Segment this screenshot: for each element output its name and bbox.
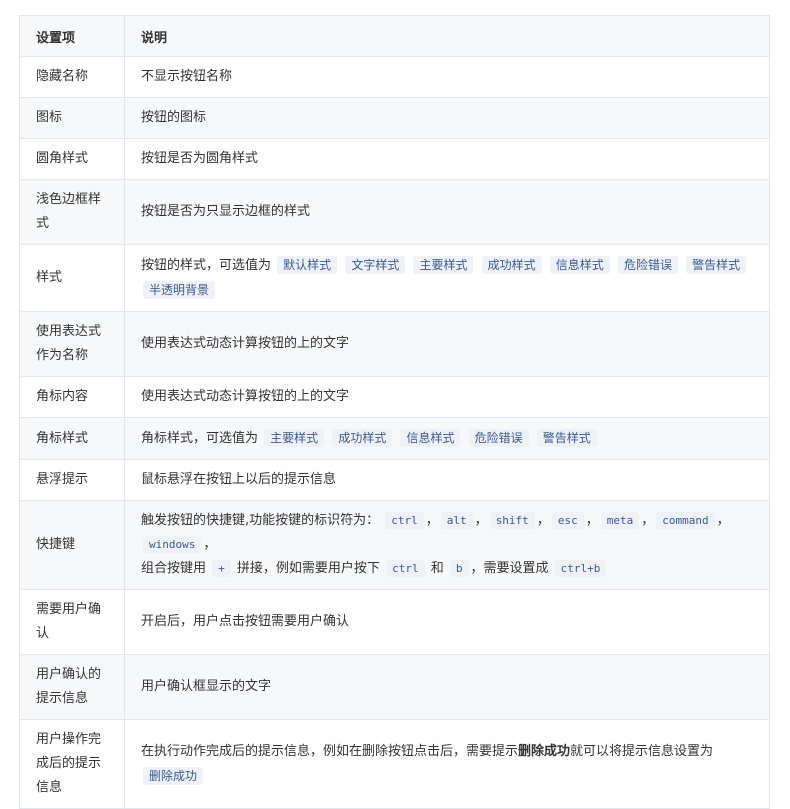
setting-description: 使用表达式动态计算按钮的上的文字 [124, 311, 770, 377]
table-row: 浅色边框样式 按钮是否为只显示边框的样式 [19, 179, 770, 245]
key-tag: windows [143, 536, 202, 553]
style-tag: 信息样式 [549, 256, 610, 274]
description-text: ，需要设置成 [470, 561, 549, 576]
setting-description: 用户确认框显示的文字 [124, 654, 770, 720]
key-tag: alt [440, 512, 473, 529]
style-tag: 成功样式 [481, 256, 542, 274]
separator: ， [203, 537, 217, 552]
style-tag: 主要样式 [413, 256, 474, 274]
style-tag: 文字样式 [345, 256, 406, 274]
description-text: 就可以将提示信息设置为 [570, 743, 714, 759]
setting-description: 按钮的样式，可选值为 默认样式 文字样式 主要样式 成功样式 信息样式 危险错误… [124, 244, 770, 312]
setting-description: 使用表达式动态计算按钮的上的文字 [124, 376, 770, 418]
description-text: 角标样式，可选值为 [141, 431, 259, 446]
table-header-row: 设置项 说明 [19, 15, 770, 57]
table-row: 悬浮提示 鼠标悬浮在按钮上以后的提示信息 [19, 459, 770, 501]
table-row: 快捷键 触发按钮的快捷键,功能按键的标识符为： ctrl， alt， shift， e… [19, 500, 770, 590]
style-tag: 默认样式 [277, 256, 338, 274]
setting-name: 圆角样式 [19, 138, 125, 180]
header-description: 说明 [124, 15, 770, 57]
setting-name: 需要用户确认 [19, 589, 125, 655]
description-text: 拼接，例如需要用户按下 [236, 561, 380, 576]
setting-name: 悬浮提示 [19, 459, 125, 501]
table-row: 需要用户确认 开启后，用户点击按钮需要用户确认 [19, 589, 770, 655]
setting-description: 按钮的图标 [124, 97, 770, 139]
table-row: 隐藏名称 不显示按钮名称 [19, 56, 770, 98]
style-tag: 半透明背景 [143, 281, 216, 299]
table-row: 角标样式 角标样式，可选值为 主要样式 成功样式 信息样式 危险错误 警告样式 [19, 417, 770, 460]
setting-name: 图标 [19, 97, 125, 139]
setting-description: 在执行动作完成后的提示信息，例如在删除按钮点击后，需要提示删除成功就可以将提示信… [124, 719, 770, 809]
separator: ， [585, 513, 599, 528]
description-text: 按钮的样式，可选值为 [141, 258, 272, 273]
table-row: 用户确认的提示信息 用户确认框显示的文字 [19, 654, 770, 720]
style-tag: 危险错误 [468, 429, 529, 447]
setting-description: 按钮是否为只显示边框的样式 [124, 179, 770, 245]
setting-name: 隐藏名称 [19, 56, 125, 98]
setting-name: 用户操作完成后的提示信息 [19, 719, 125, 809]
description-text: 组合按键用 [141, 561, 207, 576]
key-tag: ctrl [385, 512, 424, 529]
key-tag: command [656, 512, 715, 529]
bold-text: 删除成功 [518, 743, 571, 759]
table-row: 图标 按钮的图标 [19, 97, 770, 139]
settings-table: 设置项 说明 隐藏名称 不显示按钮名称 图标 按钮的图标 圆角样式 按钮是否为圆… [19, 15, 770, 809]
separator: ， [425, 513, 439, 528]
table-row: 样式 按钮的样式，可选值为 默认样式 文字样式 主要样式 成功样式 信息样式 危… [19, 244, 770, 312]
key-tag: shift [489, 512, 535, 529]
description-text: 和 [430, 561, 444, 576]
key-tag: b [449, 560, 469, 577]
style-tag: 主要样式 [264, 429, 325, 447]
setting-description: 鼠标悬浮在按钮上以后的提示信息 [124, 459, 770, 501]
description-text: 在执行动作完成后的提示信息，例如在删除按钮点击后，需要提示 [141, 743, 519, 759]
style-tag: 成功样式 [332, 429, 393, 447]
table-row: 用户操作完成后的提示信息 在执行动作完成后的提示信息，例如在删除按钮点击后，需要… [19, 719, 770, 809]
style-tag: 删除成功 [143, 766, 204, 785]
key-tag: esc [551, 512, 584, 529]
setting-name: 用户确认的提示信息 [19, 654, 125, 720]
style-tag: 警告样式 [536, 429, 597, 447]
setting-name: 样式 [19, 244, 125, 312]
description-text: 触发按钮的快捷键,功能按键的标识符为： [141, 513, 380, 528]
separator: ， [716, 513, 730, 528]
style-tag: 信息样式 [400, 429, 461, 447]
separator: ， [536, 513, 550, 528]
header-setting-item: 设置项 [19, 15, 125, 57]
setting-name: 角标样式 [19, 417, 125, 460]
setting-name: 角标内容 [19, 376, 125, 418]
setting-description: 按钮是否为圆角样式 [124, 138, 770, 180]
setting-name: 浅色边框样式 [19, 179, 125, 245]
setting-description: 触发按钮的快捷键,功能按键的标识符为： ctrl， alt， shift， esc， m… [124, 500, 770, 590]
table-row: 使用表达式作为名称 使用表达式动态计算按钮的上的文字 [19, 311, 770, 377]
table-row: 圆角样式 按钮是否为圆角样式 [19, 138, 770, 180]
table-row: 角标内容 使用表达式动态计算按钮的上的文字 [19, 376, 770, 418]
setting-name: 使用表达式作为名称 [19, 311, 125, 377]
separator: ， [641, 513, 655, 528]
setting-description: 角标样式，可选值为 主要样式 成功样式 信息样式 危险错误 警告样式 [124, 417, 770, 460]
style-tag: 警告样式 [686, 256, 747, 274]
setting-description: 开启后，用户点击按钮需要用户确认 [124, 589, 770, 655]
key-tag: ctrl+b [554, 560, 607, 577]
style-tag: 危险错误 [617, 256, 678, 274]
separator: ， [474, 513, 488, 528]
key-tag: ctrl [386, 560, 425, 577]
setting-name: 快捷键 [19, 500, 125, 590]
key-tag: meta [600, 512, 640, 529]
key-tag: + [212, 560, 231, 577]
setting-description: 不显示按钮名称 [124, 56, 770, 98]
